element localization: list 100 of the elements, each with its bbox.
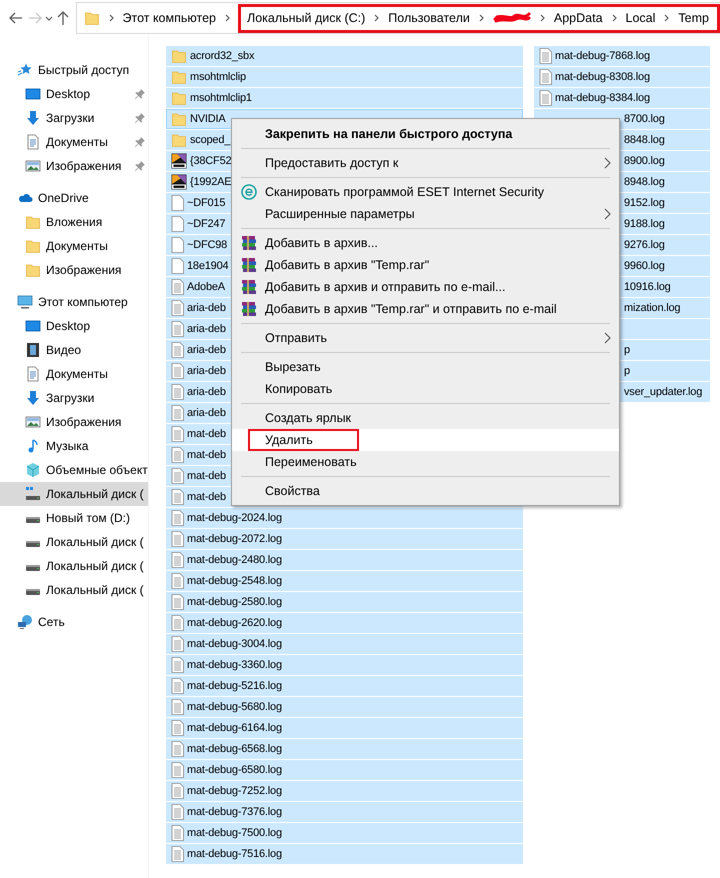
- nav-section[interactable]: Сеть: [0, 610, 148, 634]
- pin-icon[interactable]: [134, 136, 146, 148]
- network-icon: [17, 614, 33, 630]
- text-file-icon: [171, 678, 184, 694]
- file-row[interactable]: mat-debug-6164.log: [166, 718, 523, 738]
- file-row[interactable]: mat-debug-2548.log: [166, 571, 523, 591]
- text-file-icon: [171, 489, 184, 505]
- folder-icon: [84, 10, 100, 26]
- file-row[interactable]: mat-debug-5680.log: [166, 697, 523, 717]
- pin-icon[interactable]: [134, 88, 146, 100]
- text-file-icon: [171, 384, 184, 400]
- file-row[interactable]: mat-debug-7868.log: [534, 46, 710, 66]
- monitor-icon: [25, 86, 41, 102]
- file-row[interactable]: acrord32_sbx: [166, 46, 523, 66]
- file-row[interactable]: mat-debug-2024.log: [166, 508, 523, 528]
- address-bar[interactable]: Этот компьютер Локальный диск (C:) Пользователи AppData Local Temp: [76, 2, 720, 34]
- nav-section[interactable]: OneDrive: [0, 186, 148, 210]
- file-row[interactable]: mat-debug-3004.log: [166, 634, 523, 654]
- nav-item[interactable]: Desktop: [0, 82, 148, 106]
- nav-item[interactable]: Изображения: [0, 154, 148, 178]
- text-file-icon: [171, 783, 184, 799]
- breadcrumb-item[interactable]: AppData: [552, 11, 605, 25]
- menu-item[interactable]: Свойства: [232, 480, 619, 502]
- text-file-icon: [171, 321, 184, 337]
- file-row[interactable]: msohtmlclip1: [166, 88, 523, 108]
- film-icon: [25, 342, 41, 358]
- file-row[interactable]: mat-debug-5216.log: [166, 676, 523, 696]
- nav-item[interactable]: Объемные объект: [0, 458, 148, 482]
- menu-item[interactable]: Создать ярлык: [232, 407, 619, 429]
- document-icon: [25, 366, 41, 382]
- file-row[interactable]: mat-debug-6568.log: [166, 739, 523, 759]
- folder-icon: [25, 214, 41, 230]
- nav-item[interactable]: Документы: [0, 234, 148, 258]
- text-file-icon: [171, 762, 184, 778]
- menu-item[interactable]: Переименовать: [232, 451, 619, 473]
- nav-item[interactable]: Вложения: [0, 210, 148, 234]
- breadcrumb-item[interactable]: Локальный диск (C:): [244, 11, 368, 25]
- file-row[interactable]: mat-debug-8308.log: [534, 67, 710, 87]
- text-file-icon: [171, 594, 184, 610]
- back-arrow-icon: [8, 10, 24, 26]
- chevron-right-icon: [478, 14, 484, 22]
- file-row[interactable]: msohtmlclip: [166, 67, 523, 87]
- breadcrumb-item[interactable]: Пользователи: [386, 11, 472, 25]
- nav-item[interactable]: Музыка: [0, 434, 148, 458]
- file-row[interactable]: mat-debug-3360.log: [166, 655, 523, 675]
- nav-item[interactable]: Документы: [0, 130, 148, 154]
- text-file-icon: [171, 363, 184, 379]
- file-row[interactable]: mat-debug-2480.log: [166, 550, 523, 570]
- text-file-icon: [171, 741, 184, 757]
- text-file-icon: [539, 48, 552, 64]
- text-file-icon: [539, 90, 552, 106]
- nav-item[interactable]: Документы: [0, 362, 148, 386]
- file-row[interactable]: mat-debug-7252.log: [166, 781, 523, 801]
- chevron-right-icon: [108, 14, 114, 22]
- pin-icon[interactable]: [134, 160, 146, 172]
- text-file-icon: [171, 615, 184, 631]
- text-file-icon: [171, 699, 184, 715]
- chevron-right-icon: [664, 14, 670, 22]
- dat-file-icon: [171, 174, 187, 190]
- books-stack-icon: [241, 235, 257, 251]
- books-stack-icon: [241, 301, 257, 317]
- text-file-icon: [171, 510, 184, 526]
- breadcrumb-item[interactable]: Этот компьютер: [120, 11, 218, 25]
- drive-icon: [25, 541, 41, 547]
- breadcrumb-item[interactable]: Local: [624, 11, 658, 25]
- text-file-icon: [171, 342, 184, 358]
- nav-item[interactable]: Новый том (D:): [0, 506, 148, 530]
- text-file-icon: [171, 573, 184, 589]
- nav-item[interactable]: Изображения: [0, 258, 148, 282]
- file-row[interactable]: mat-debug-8384.log: [534, 88, 710, 108]
- file-row[interactable]: mat-debug-2580.log: [166, 592, 523, 612]
- file-row[interactable]: mat-debug-7500.log: [166, 823, 523, 843]
- nav-item[interactable]: Локальный диск (: [0, 578, 148, 602]
- blank-file-icon: [171, 216, 184, 232]
- text-file-icon: [171, 720, 184, 736]
- nav-item[interactable]: Загрузки: [0, 106, 148, 130]
- nav-item[interactable]: Изображения: [0, 410, 148, 434]
- nav-section[interactable]: Этот компьютер: [0, 290, 148, 314]
- nav-item[interactable]: Локальный диск (: [0, 482, 148, 506]
- nav-item[interactable]: Локальный диск (: [0, 554, 148, 578]
- nav-item[interactable]: Desktop: [0, 314, 148, 338]
- nav-section[interactable]: Быстрый доступ: [0, 58, 148, 82]
- file-row[interactable]: mat-debug-2620.log: [166, 613, 523, 633]
- chevron-down-icon: [44, 16, 53, 20]
- file-row[interactable]: mat-debug-7516.log: [166, 844, 523, 864]
- pin-icon[interactable]: [134, 112, 146, 124]
- text-file-icon: [171, 300, 184, 316]
- document-icon: [25, 134, 41, 150]
- file-row[interactable]: mat-debug-7376.log: [166, 802, 523, 822]
- file-row[interactable]: mat-debug-6580.log: [166, 760, 523, 780]
- nav-item[interactable]: Загрузки: [0, 386, 148, 410]
- folder-icon: [25, 238, 41, 254]
- text-file-icon: [171, 426, 184, 442]
- menu-item[interactable]: Удалить: [232, 429, 619, 451]
- nav-item[interactable]: Локальный диск (: [0, 530, 148, 554]
- folder-icon: [171, 90, 187, 106]
- folder-icon: [171, 132, 187, 148]
- file-row[interactable]: mat-debug-2072.log: [166, 529, 523, 549]
- nav-item[interactable]: Видео: [0, 338, 148, 362]
- breadcrumb-item[interactable]: Temp: [676, 11, 711, 25]
